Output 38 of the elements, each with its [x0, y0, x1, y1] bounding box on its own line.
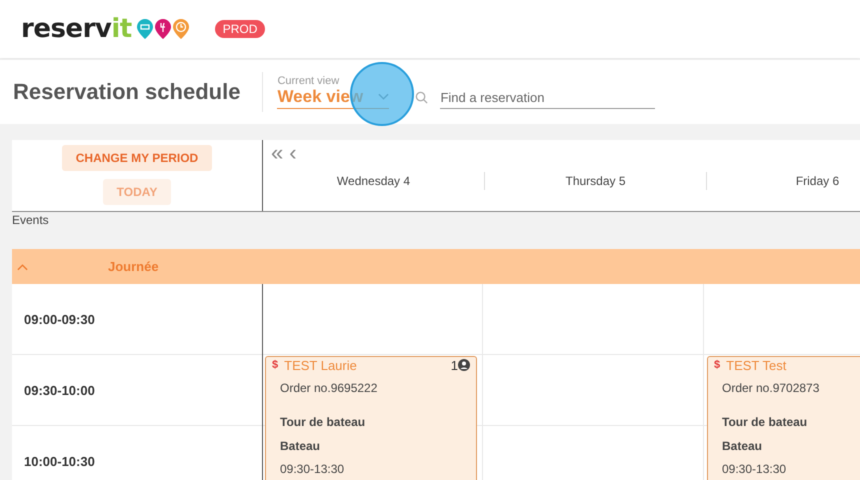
previous-button[interactable]: ‹ — [287, 142, 299, 164]
paid-mark: $ — [714, 359, 720, 371]
environment-badge: PROD — [214, 20, 266, 38]
page-title: Reservation schedule — [13, 79, 240, 105]
search-icon — [415, 90, 428, 104]
customer-name: TEST Laurie — [284, 358, 358, 372]
events-label: Events — [12, 212, 50, 229]
bed-pin-icon — [136, 19, 153, 39]
day-header: Wednesday 4 — [336, 174, 410, 188]
group-bar[interactable]: Journée — [12, 249, 860, 284]
activity-name: Tour de bateau — [280, 415, 366, 429]
time-slot-label: 10:00-10:30 — [24, 454, 95, 469]
resource-name: Bateau — [280, 439, 322, 453]
chevron-icon — [17, 262, 28, 270]
resource-name: Bateau — [722, 439, 764, 453]
time-slot-label: 09:30-10:00 — [24, 383, 95, 398]
reservation-card[interactable]: $ TEST Test Order no.9702873 Tour de bateau Bateau 09:30-13:30 — [707, 356, 860, 480]
fork-pin-icon — [154, 19, 171, 39]
search-field[interactable]: Find a reservation — [440, 86, 656, 108]
activity-name: Tour de bateau — [722, 415, 808, 429]
order-number: Order no.9702873 — [722, 381, 820, 395]
day-header: Friday 6 — [796, 174, 840, 188]
paid-mark: $ — [272, 359, 278, 371]
customer-name: TEST Test — [726, 358, 788, 372]
time-slot-label: 09:00-09:30 — [24, 312, 95, 327]
guest-count: 1 — [450, 358, 458, 372]
time-range: 09:30-13:30 — [722, 462, 788, 476]
time-range: 09:30-13:30 — [280, 462, 346, 476]
clock-pin-icon — [172, 19, 189, 39]
person-icon — [458, 359, 470, 371]
first-page-button[interactable]: « — [269, 142, 286, 164]
logo-text: reservit — [21, 14, 132, 44]
order-number: Order no.9695222 — [280, 381, 378, 395]
today-button[interactable]: TODAY — [102, 179, 172, 205]
reservation-card[interactable]: $ TEST Laurie 1 Order no.9695222 Tour de bateau Bateau 09:30-13:30 — [265, 356, 477, 480]
change-period-button[interactable]: CHANGE MY PERIOD — [62, 145, 212, 171]
day-header: Thursday 5 — [565, 174, 626, 188]
group-label: Journée — [108, 259, 159, 274]
